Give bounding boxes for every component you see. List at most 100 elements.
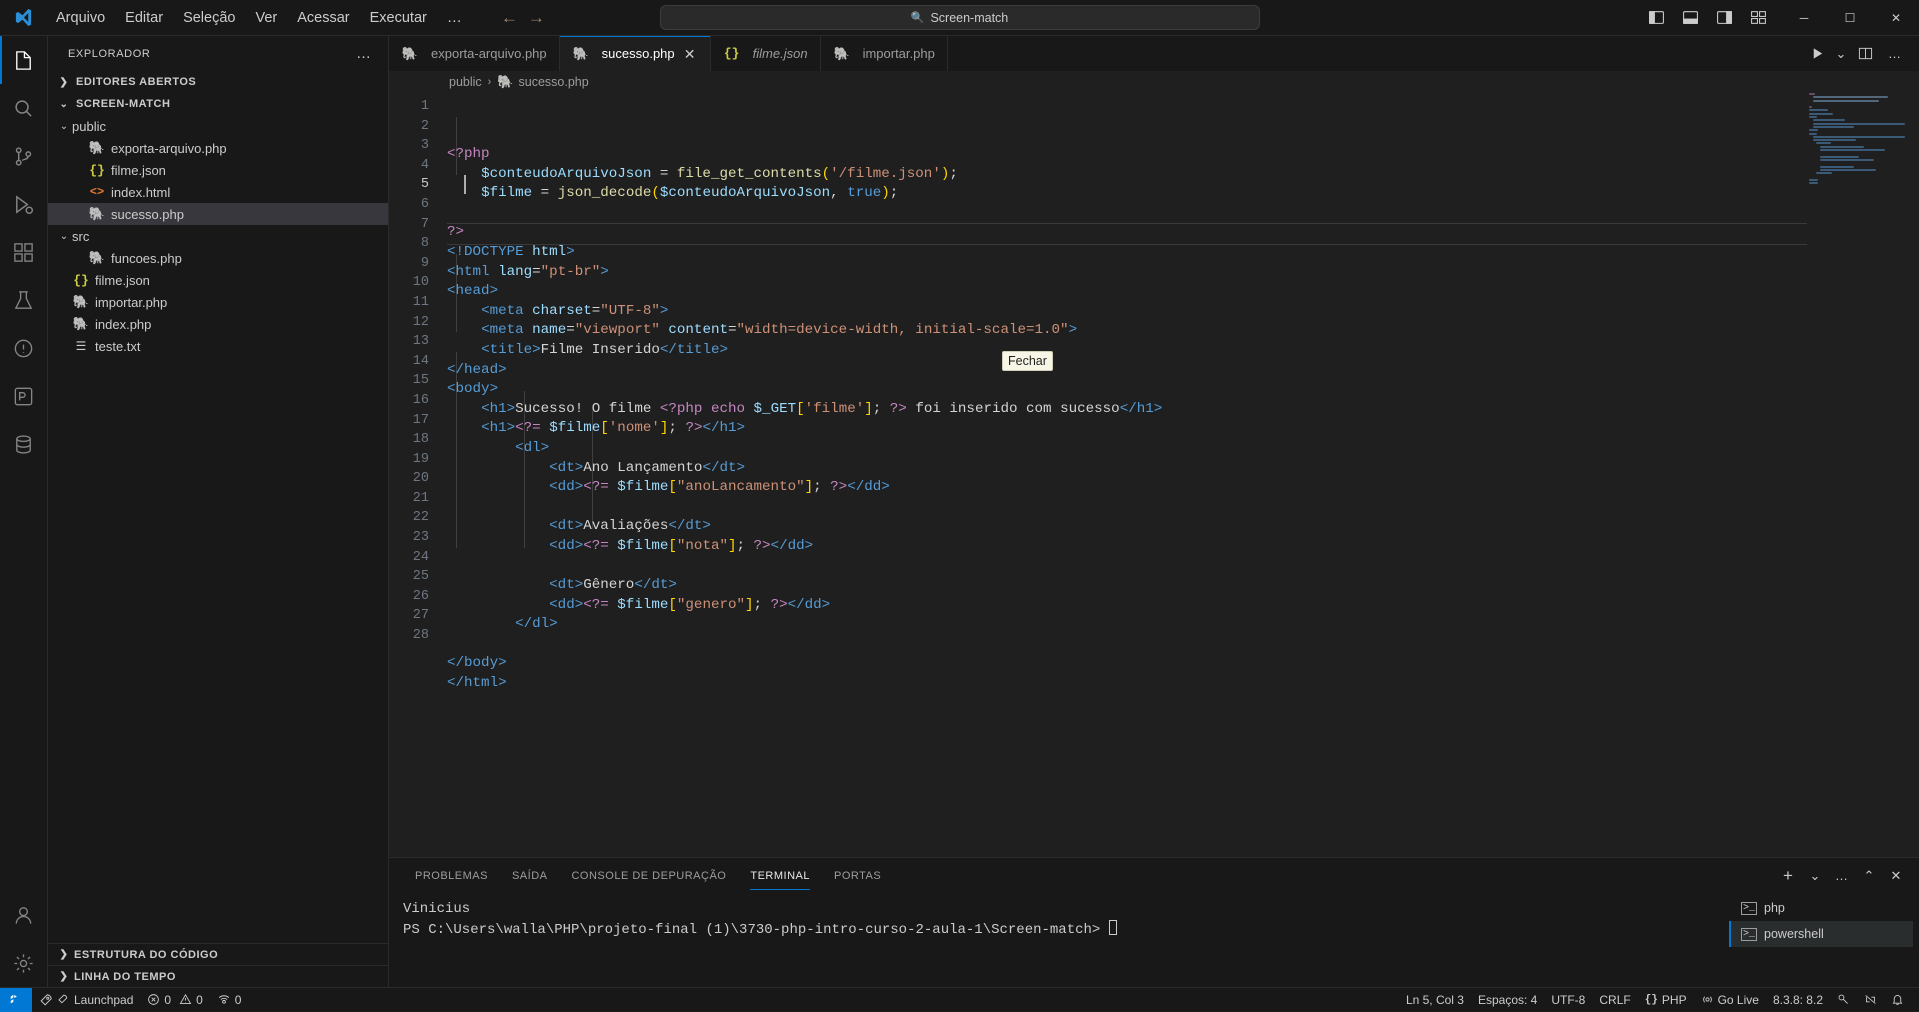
remote-window-button[interactable] xyxy=(0,987,32,1012)
toggle-primary-sidebar-icon[interactable] xyxy=(1641,4,1671,32)
menu-editar[interactable]: Editar xyxy=(115,6,173,30)
panel-tab-portas[interactable]: PORTAS xyxy=(822,858,893,893)
tree-item-exporta-arquivo-php[interactable]: 🐘 exporta-arquivo.php xyxy=(48,137,388,159)
tree-item-index-php[interactable]: 🐘 index.php xyxy=(48,313,388,335)
code-content[interactable]: <?php $conteudoArquivoJson = file_get_co… xyxy=(447,93,1919,857)
maximize-button[interactable]: ☐ xyxy=(1827,0,1873,36)
breadcrumb-file[interactable]: 🐘 sucesso.php xyxy=(497,74,588,90)
breadcrumb-separator-icon: › xyxy=(487,76,492,88)
panel-tab-problemas[interactable]: PROBLEMAS xyxy=(403,858,500,893)
cursor-position-status[interactable]: Ln 5, Col 3 xyxy=(1399,988,1471,1012)
activity-settings-gear-icon[interactable] xyxy=(0,939,48,987)
maximize-panel-icon[interactable]: ⌃ xyxy=(1856,863,1882,889)
terminal-item-php[interactable]: >_ php xyxy=(1729,895,1913,921)
activity-error-lens-icon[interactable] xyxy=(0,324,48,372)
command-center[interactable]: 🔍 Screen-match xyxy=(659,5,1260,30)
tree-item-teste-txt[interactable]: ☰ teste.txt xyxy=(48,335,388,357)
activity-php-tools-icon[interactable] xyxy=(0,372,48,420)
tree-item-importar-php[interactable]: 🐘 importar.php xyxy=(48,291,388,313)
code-editor[interactable]: 1 2 3 4 5 6 7 8 9 10 11 12 13 14 15 16 17 18 19 20 21 22 23 24 2… xyxy=(389,93,1919,857)
activity-bar xyxy=(0,36,48,987)
terminal-item-powershell[interactable]: >_ powershell xyxy=(1729,921,1913,947)
run-file-icon[interactable] xyxy=(1803,40,1831,68)
section-timeline[interactable]: ❯ LINHA DO TEMPO xyxy=(48,965,388,987)
problems-status-item[interactable]: 0 0 xyxy=(140,988,209,1012)
activity-source-control-icon[interactable] xyxy=(0,132,48,180)
section-outline[interactable]: ❯ ESTRUTURA DO CÓDIGO xyxy=(48,943,388,965)
tab-filme-json[interactable]: {} filme.json xyxy=(710,36,821,71)
panel-more-actions-icon[interactable]: … xyxy=(1829,863,1855,889)
line-number: 15 xyxy=(412,373,429,389)
panel-tab-terminal[interactable]: TERMINAL xyxy=(738,858,822,893)
run-options-chevron-down-icon[interactable]: ⌄ xyxy=(1833,40,1849,68)
php-version-status[interactable]: 8.3.8: 8.2 xyxy=(1766,988,1830,1012)
terminal-output[interactable]: Vinicius PS C:\Users\walla\PHP\projeto-f… xyxy=(389,893,1729,987)
eol-status[interactable]: CRLF xyxy=(1592,988,1637,1012)
minimize-button[interactable]: ─ xyxy=(1781,0,1827,36)
tree-item-filme-json[interactable]: {} filme.json xyxy=(48,269,388,291)
panel-tab-console-depuracao[interactable]: CONSOLE DE DEPURAÇÃO xyxy=(559,858,738,893)
close-panel-icon[interactable]: ✕ xyxy=(1883,863,1909,889)
php-file-icon: 🐘 xyxy=(572,45,589,61)
tab-exporta-arquivo-php[interactable]: 🐘 exporta-arquivo.php xyxy=(389,36,560,71)
tree-item-index-html[interactable]: <> index.html xyxy=(48,181,388,203)
go-live-status[interactable]: Go Live xyxy=(1694,988,1766,1012)
activity-run-debug-icon[interactable] xyxy=(0,180,48,228)
go-forward-icon[interactable]: → xyxy=(528,9,545,26)
menu-ver[interactable]: Ver xyxy=(245,6,287,30)
menu-more-icon[interactable]: … xyxy=(437,7,473,28)
line-number: 20 xyxy=(412,471,429,487)
tree-item-funcoes-php[interactable]: 🐘 funcoes.php xyxy=(48,247,388,269)
ports-status-item[interactable]: 0 xyxy=(210,988,249,1012)
activity-accounts-icon[interactable] xyxy=(0,891,48,939)
editor-scrollbar[interactable] xyxy=(1905,93,1919,857)
code-line: <body> xyxy=(447,381,499,398)
code-line: </head> xyxy=(447,361,507,378)
tree-item-public[interactable]: ⌄ public xyxy=(48,115,388,137)
split-editor-right-icon[interactable] xyxy=(1851,40,1879,68)
tab-importar-php[interactable]: 🐘 importar.php xyxy=(820,36,948,71)
customize-layout-icon[interactable] xyxy=(1743,4,1773,32)
json-file-icon: {} xyxy=(723,46,740,61)
section-workspace[interactable]: ⌄ SCREEN-MATCH xyxy=(48,93,388,115)
indentation-status[interactable]: Espaços: 4 xyxy=(1471,988,1544,1012)
toggle-secondary-sidebar-icon[interactable] xyxy=(1709,4,1739,32)
live-share-status[interactable] xyxy=(1857,988,1884,1012)
toggle-panel-icon[interactable] xyxy=(1675,4,1705,32)
close-button[interactable]: ✕ xyxy=(1873,0,1919,36)
activity-explorer-icon[interactable] xyxy=(0,36,48,84)
terminal-cursor xyxy=(1108,920,1117,935)
editor-group: 🐘 exporta-arquivo.php 🐘 sucesso.php ✕ {} filme… xyxy=(389,36,1919,987)
activity-extensions-icon[interactable] xyxy=(0,228,48,276)
tab-sucesso-php[interactable]: 🐘 sucesso.php ✕ xyxy=(559,36,711,71)
menu-executar[interactable]: Executar xyxy=(360,6,437,30)
tab-close-icon[interactable]: ✕ xyxy=(682,47,698,61)
editor-more-actions-icon[interactable]: … xyxy=(1881,40,1909,68)
breadcrumb-folder[interactable]: public xyxy=(449,75,482,89)
line-number: 19 xyxy=(412,451,429,467)
code-line: <dl> xyxy=(515,439,550,456)
language-mode-status[interactable]: {} PHP xyxy=(1638,988,1694,1012)
explorer-more-actions-icon[interactable]: … xyxy=(350,45,378,62)
activity-search-icon[interactable] xyxy=(0,84,48,132)
menu-selecao[interactable]: Seleção xyxy=(173,6,245,30)
ports-count: 0 xyxy=(234,992,242,1007)
go-back-icon[interactable]: ← xyxy=(501,9,518,26)
editor-actions-status[interactable] xyxy=(1830,988,1857,1012)
tree-item-sucesso-php[interactable]: 🐘 sucesso.php xyxy=(48,203,388,225)
menu-acessar[interactable]: Acessar xyxy=(287,6,359,30)
new-terminal-plus-icon[interactable]: + xyxy=(1775,863,1801,889)
tree-item-src[interactable]: ⌄ src xyxy=(48,225,388,247)
encoding-status[interactable]: UTF-8 xyxy=(1544,988,1592,1012)
tree-item-filme-json[interactable]: {} filme.json xyxy=(48,159,388,181)
activity-testing-icon[interactable] xyxy=(0,276,48,324)
menu-arquivo[interactable]: Arquivo xyxy=(46,6,115,30)
activity-database-icon[interactable] xyxy=(0,420,48,468)
section-open-editors[interactable]: ❯ EDITORES ABERTOS xyxy=(48,71,388,93)
panel-tab-saida[interactable]: SAÍDA xyxy=(500,858,560,893)
tab-label: filme.json xyxy=(752,46,808,61)
notifications-bell-icon[interactable] xyxy=(1884,988,1911,1012)
launchpad-status-item[interactable]: Launchpad xyxy=(32,988,140,1012)
terminal-split-chevron-down-icon[interactable]: ⌄ xyxy=(1802,863,1828,889)
